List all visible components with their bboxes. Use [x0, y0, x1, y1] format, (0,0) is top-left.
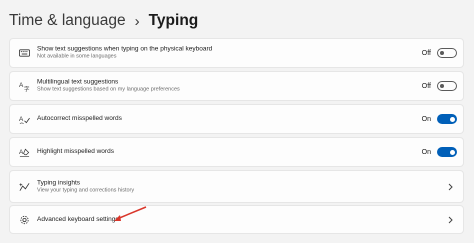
text-suggestions-toggle[interactable] [437, 48, 457, 58]
toggle-state-label: Off [421, 82, 431, 90]
setting-multilingual-suggestions: A字 Multilingual text suggestions Show te… [9, 71, 464, 101]
autocorrect-icon: A [19, 114, 30, 125]
keyboard-icon [19, 48, 30, 59]
setting-advanced-keyboard[interactable]: Advanced keyboard settings [9, 205, 464, 234]
chevron-right-icon [447, 182, 454, 192]
svg-text:A: A [19, 116, 24, 123]
toggle-knob [450, 116, 455, 122]
toggle-state-label: Off [421, 49, 431, 57]
breadcrumb: Time & language › Typing [9, 9, 198, 33]
toggle-state-label: On [421, 148, 431, 156]
setting-text-suggestions: Show text suggestions when typing on the… [9, 38, 464, 68]
toggle-state-label: On [421, 115, 431, 123]
page-title: Typing [148, 12, 199, 29]
insights-icon [19, 181, 30, 192]
toggle-knob [440, 51, 444, 55]
setting-autocorrect: A Autocorrect misspelled words On [9, 104, 464, 134]
chevron-right-icon [447, 215, 454, 225]
setting-title: Typing insights [37, 179, 80, 186]
setting-title: Highlight misspelled words [37, 148, 114, 155]
highlight-toggle[interactable] [437, 147, 457, 157]
gear-icon [19, 214, 30, 225]
setting-highlight-misspelled: A Highlight misspelled words On [9, 137, 464, 167]
svg-text:字: 字 [24, 85, 30, 91]
setting-title: Multilingual text suggestions [37, 78, 119, 86]
svg-text:A: A [19, 149, 24, 156]
highlight-icon: A [19, 147, 30, 158]
breadcrumb-parent[interactable]: Time & language [9, 12, 126, 30]
toggle-knob [440, 84, 444, 88]
setting-title: Show text suggestions when typing on the… [37, 45, 213, 53]
breadcrumb-separator: › [134, 12, 140, 30]
multilingual-toggle[interactable] [437, 81, 457, 91]
setting-title: Autocorrect misspelled words [37, 115, 122, 122]
setting-title: Advanced keyboard settings [37, 215, 119, 223]
setting-typing-insights[interactable]: Typing insights View your typing and cor… [9, 170, 464, 203]
multilingual-icon: A字 [19, 81, 30, 92]
setting-subtitle: Not available in some languages [37, 53, 117, 60]
setting-subtitle: View your typing and corrections history [37, 187, 135, 193]
autocorrect-toggle[interactable] [437, 114, 457, 124]
setting-subtitle: Show text suggestions based on my langua… [37, 86, 180, 93]
toggle-knob [450, 149, 455, 155]
